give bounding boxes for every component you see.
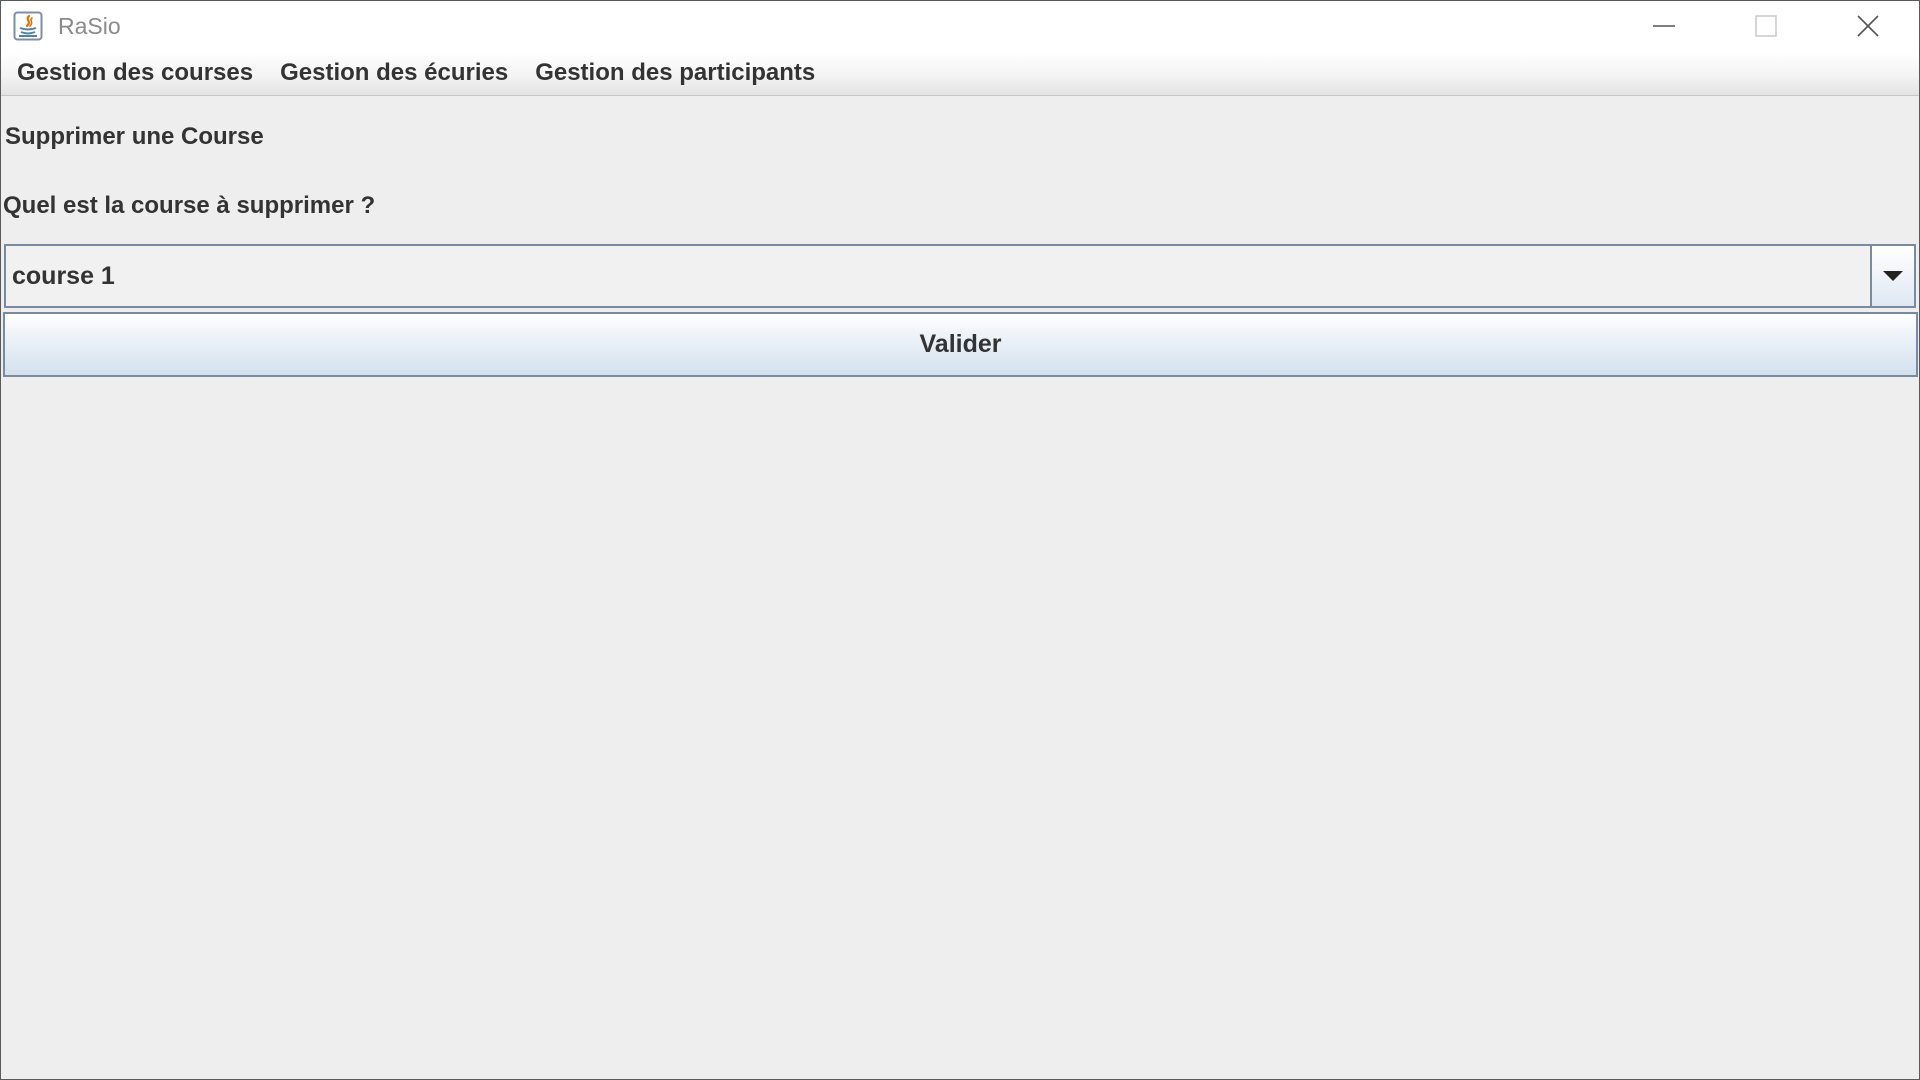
window-controls (1613, 1, 1919, 51)
menu-bar: Gestion des courses Gestion des écuries … (1, 51, 1919, 96)
menu-gestion-participants[interactable]: Gestion des participants (523, 55, 827, 91)
page-title: Supprimer une Course (5, 123, 264, 150)
java-icon (10, 11, 46, 41)
window-title: RaSio (58, 12, 121, 39)
main-panel: Supprimer une Course Quel est la course … (1, 96, 1919, 1079)
course-question-label: Quel est la course à supprimer ? (3, 192, 376, 219)
app-window: RaSio Gestion des courses Gestion des éc… (0, 0, 1920, 1080)
minimize-button[interactable] (1613, 1, 1715, 51)
maximize-icon (1755, 15, 1777, 37)
chevron-down-icon (1883, 271, 1903, 281)
menu-gestion-courses[interactable]: Gestion des courses (5, 55, 265, 91)
title-bar[interactable]: RaSio (1, 1, 1919, 51)
minimize-icon (1653, 25, 1675, 27)
menu-gestion-ecuries[interactable]: Gestion des écuries (268, 55, 520, 91)
course-select[interactable]: course 1 (4, 244, 1916, 308)
course-select-value: course 1 (12, 261, 115, 290)
close-icon (1857, 15, 1879, 37)
course-select-arrow-button[interactable] (1870, 246, 1914, 306)
maximize-button[interactable] (1715, 1, 1817, 51)
validate-button[interactable]: Valider (3, 312, 1918, 377)
close-button[interactable] (1817, 1, 1919, 51)
